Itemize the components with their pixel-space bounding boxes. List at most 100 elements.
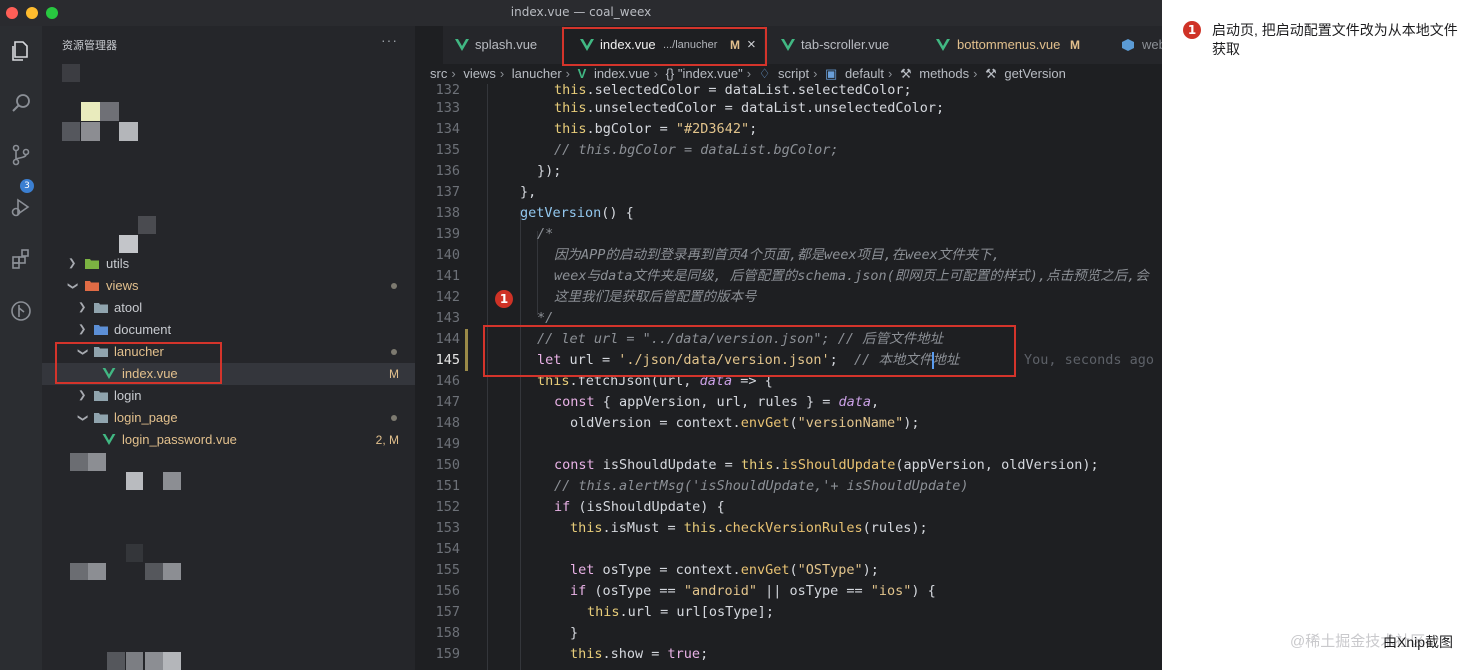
folder-open-icon <box>94 413 108 423</box>
code-line-142: 这里我们是获取后管配置的版本号 <box>554 289 757 305</box>
line-number: 150 <box>435 457 460 473</box>
breadcrumb-item[interactable]: script <box>778 66 809 81</box>
breadcrumb-item[interactable]: methods <box>919 66 969 81</box>
chevron-down-icon: ❯ <box>67 281 79 291</box>
highlight-box-file <box>55 342 222 384</box>
tree-label: atool <box>114 300 143 315</box>
line-number: 138 <box>435 205 460 221</box>
code-line-155: let osType = context.envGet("OSType"); <box>570 562 879 578</box>
explorer-icon[interactable] <box>6 36 36 66</box>
code-line-152: if (isShouldUpdate) { <box>554 499 725 515</box>
tree-item-views[interactable]: ❯ views <box>42 275 415 297</box>
run-debug-icon[interactable] <box>6 192 36 222</box>
code-line-159: this.show = true; <box>570 646 709 662</box>
tree-label: document <box>114 322 172 337</box>
line-number: 147 <box>435 394 460 410</box>
line-number: 155 <box>435 562 460 578</box>
breadcrumb-item[interactable]: lanucher <box>512 66 562 81</box>
breadcrumb-item[interactable]: index.vue <box>594 66 650 81</box>
code-line-151: // this.alertMsg('isShouldUpdate,'+ isSh… <box>554 478 969 494</box>
line-number: 145 <box>435 352 460 368</box>
line-number: 141 <box>435 268 460 284</box>
vue-file-icon <box>455 39 469 51</box>
git-graph-icon[interactable] <box>6 296 36 326</box>
breadcrumb-item[interactable]: default <box>845 66 884 81</box>
code-line-157: this.url = url[osType]; <box>587 604 774 620</box>
line-number: 144 <box>435 331 460 347</box>
extensions-icon[interactable] <box>6 244 36 274</box>
folder-utils-icon <box>85 259 99 269</box>
line-number: 157 <box>435 604 460 620</box>
code-line-139: /* <box>537 226 554 242</box>
code-line-135: // this.bgColor = dataList.bgColor; <box>554 142 839 158</box>
highlight-box-code <box>483 325 1016 377</box>
line-number: 151 <box>435 478 460 494</box>
code-line-148: oldVersion = context.envGet("versionName… <box>570 415 920 431</box>
breadcrumb-item[interactable]: views <box>463 66 496 81</box>
tree-label: login_page <box>114 410 178 425</box>
modified-dot <box>391 349 397 355</box>
tab-web[interactable]: web <box>1113 26 1162 64</box>
code-line-136: }); <box>537 163 562 179</box>
search-icon[interactable] <box>6 88 36 118</box>
code-line-150: const isShouldUpdate = this.isShouldUpda… <box>554 457 1099 473</box>
folder-icon <box>94 391 108 401</box>
tree-label: login_password.vue <box>122 432 237 447</box>
code-line-140: 因为APP的启动到登录再到首页4个页面,都是weex项目,在weex文件夹下, <box>554 247 1000 263</box>
modified-indicator: M <box>1070 38 1080 52</box>
modified-dot <box>391 283 397 289</box>
tree-label: login <box>114 388 142 403</box>
code-editor[interactable]: this.selectedColor = dataList.selectedCo… <box>468 84 1162 670</box>
line-number: 146 <box>435 373 460 389</box>
symbol-class-icon: ♢ <box>758 66 771 81</box>
tree-label: views <box>106 278 139 293</box>
chevron-right-icon: ❯ <box>68 258 77 269</box>
title-bar: index.vue — coal_weex <box>0 0 1162 26</box>
line-number: 142 <box>435 289 460 305</box>
chevron-right-icon: ❯ <box>78 390 87 401</box>
wrench-icon: ⚒ <box>985 66 997 81</box>
code-line-133: this.unselectedColor = dataList.unselect… <box>554 100 945 116</box>
code-line-153: this.isMust = this.checkVersionRules(rul… <box>570 520 928 536</box>
editor-window: index.vue — coal_weex 3 资源管理器 ··· ❯ util… <box>0 0 1162 670</box>
code-line-138: getVersion() { <box>520 205 634 221</box>
line-number: 136 <box>435 163 460 179</box>
tree-item-login[interactable]: ❯ login <box>42 385 415 407</box>
code-line-158: } <box>570 625 579 641</box>
code-line-134: this.bgColor = "#2D3642"; <box>554 121 758 137</box>
line-number: 148 <box>435 415 460 431</box>
more-actions-button[interactable]: ··· <box>381 32 398 48</box>
line-number: 135 <box>435 142 460 158</box>
indent-guide <box>520 210 521 670</box>
tab-tab-scroller-vue[interactable]: tab-scroller.vue <box>765 26 915 64</box>
tab-label: splash.vue <box>475 37 538 52</box>
line-number: 158 <box>435 625 460 641</box>
tab-bottommenus-vue[interactable]: bottommenus.vue M <box>916 26 1086 64</box>
line-number-gutter: 132 133 134 135 136 137 138 139 140 141 142 143 144 1… <box>415 82 465 670</box>
tab-label: tab-scroller.vue <box>801 37 890 52</box>
annotation-note: 启动页, 把启动配置文件改为从本地文件获取 <box>1212 22 1458 57</box>
line-number: 134 <box>435 121 460 137</box>
breadcrumb-item[interactable]: src <box>430 66 447 81</box>
line-number: 133 <box>435 100 460 116</box>
annotation-marker: 1 <box>495 290 513 308</box>
tree-item-login-password-vue[interactable]: login_password.vue 2, M <box>42 429 415 451</box>
code-line-141: weex与data文件夹是同级, 后管配置的schema.json(即网页上可配… <box>554 268 1149 284</box>
folder-icon <box>94 303 108 313</box>
modified-dot <box>391 415 397 421</box>
tree-item-login-page[interactable]: ❯ login_page <box>42 407 415 429</box>
code-line-156: if (osType == "android" || osType == "io… <box>570 583 936 599</box>
line-number: 137 <box>435 184 460 200</box>
breadcrumb-item[interactable]: {} "index.vue" <box>666 66 743 81</box>
editor-tab-bar: splash.vue index.vue .../lanucher M × ta… <box>443 26 1162 64</box>
tree-item-atool[interactable]: ❯ atool <box>42 297 415 319</box>
git-status: M <box>389 367 399 381</box>
source-control-icon[interactable] <box>6 140 36 170</box>
breadcrumb-item[interactable]: getVersion <box>1004 66 1065 81</box>
tree-item-utils[interactable]: ❯ utils <box>42 253 415 275</box>
tree-label: utils <box>106 256 130 271</box>
git-blame-annotation: You, seconds ago <box>1024 352 1155 368</box>
wrench-icon: ⚒ <box>899 66 912 81</box>
tab-splash-vue[interactable]: splash.vue <box>443 26 563 64</box>
tree-item-document[interactable]: ❯ document <box>42 319 415 341</box>
